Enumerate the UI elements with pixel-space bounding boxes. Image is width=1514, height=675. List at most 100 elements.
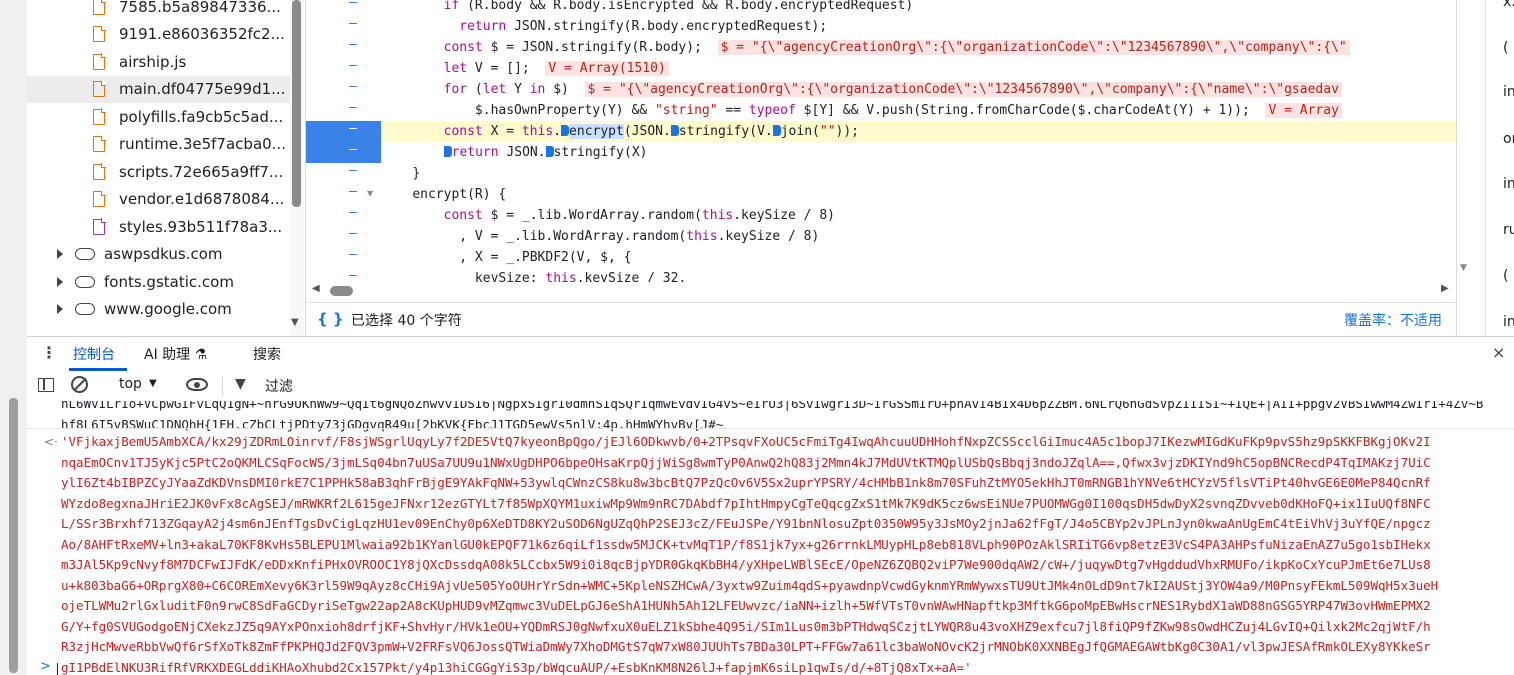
paused-code-line[interactable]: const X = this. encrypt(JSON. stringify(V.… <box>381 121 1456 142</box>
breakpoint-marker[interactable]: – <box>306 121 381 142</box>
scope-item[interactable]: x. <box>1503 0 1514 10</box>
code-line[interactable]: } <box>381 163 1456 184</box>
expand-arrow-icon[interactable] <box>57 276 63 287</box>
scope-item[interactable]: ( <box>1503 40 1508 56</box>
code-line[interactable]: for (let Y in $) $ = "{\"agencyCreationO… <box>381 79 1456 100</box>
inline-breakpoint-icon[interactable] <box>561 125 570 136</box>
gutter-line[interactable]: – <box>306 58 381 79</box>
file-item[interactable]: vendor.e1d6878084... <box>27 186 290 214</box>
close-icon[interactable]: × <box>1492 343 1505 362</box>
code-token: const <box>443 40 483 55</box>
result-line: L/SSr3Brxhf713ZGqayA2j4sm6nJEnfTgsDvCigL… <box>61 516 1431 531</box>
code-line[interactable]: , X = _.PBKDF2(V, $, { <box>381 247 1456 268</box>
domain-item[interactable]: www.google.com <box>27 296 290 324</box>
file-item[interactable]: 7585.b5a89847336... <box>27 0 290 21</box>
tab-ai-assistant[interactable]: AI 助理 ⚗ <box>144 344 207 364</box>
scroll-right-arrow-icon[interactable]: ▶ <box>1441 283 1449 294</box>
pretty-print-icon[interactable]: { } <box>317 310 344 328</box>
code-line[interactable]: const $ = _.lib.WordArray.random(this.ke… <box>381 205 1456 226</box>
inline-breakpoint-icon[interactable] <box>670 125 679 136</box>
gutter-line[interactable]: – <box>306 37 381 58</box>
result-arrow-icon: <· <box>44 435 58 449</box>
file-item[interactable]: polyfills.fa9cb5c5ad... <box>27 103 290 131</box>
gutter-line[interactable]: – <box>306 0 381 16</box>
file-item[interactable]: scripts.72e665a9ff7... <box>27 158 290 186</box>
file-tree-scrollbar-thumb[interactable] <box>292 0 301 207</box>
line-number-gutter: – – – – – – – – – – ▼ – – – – <box>306 0 381 283</box>
inline-breakpoint-icon[interactable] <box>772 125 781 136</box>
expand-arrow-icon[interactable] <box>57 304 63 315</box>
code-line[interactable]: return JSON. stringify(X) <box>381 142 1456 163</box>
more-options-icon[interactable]: ⋮ <box>41 343 57 362</box>
live-expression-eye-icon[interactable] <box>186 378 208 391</box>
scope-item[interactable]: ( <box>1503 268 1508 284</box>
editor-horizontal-scrollbar[interactable] <box>306 282 1456 302</box>
scroll-down-arrow-icon[interactable]: ▼ <box>291 317 299 328</box>
domain-item[interactable]: fonts.gstatic.com <box>27 268 290 296</box>
code-token: stringify(V. <box>678 124 773 139</box>
code-editor[interactable]: if (R.body && R.body.isEncrypted && R.bo… <box>381 0 1456 282</box>
tab-console[interactable]: 控制台 <box>73 344 115 364</box>
code-line[interactable]: return JSON.stringify(R.body.encryptedRe… <box>381 16 1456 37</box>
scroll-left-arrow-icon[interactable]: ◀ <box>312 283 320 294</box>
line-marker: – <box>349 163 357 178</box>
gutter-line[interactable]: – <box>306 163 381 184</box>
clear-console-icon[interactable] <box>71 376 88 393</box>
left-edge-scrollbar-thumb[interactable] <box>9 398 18 673</box>
file-name: styles.93b511f78a3... <box>119 217 283 236</box>
file-item[interactable]: styles.93b511f78a3... <box>27 213 290 241</box>
filter-input[interactable]: 过滤 <box>265 376 293 396</box>
gutter-line[interactable]: – <box>306 205 381 226</box>
line-marker: – <box>349 247 357 262</box>
code-token: in <box>529 82 546 97</box>
gutter-line[interactable]: – <box>306 16 381 37</box>
code-line[interactable]: encrypt(R) { <box>381 184 1456 205</box>
domain-item[interactable]: aswpsdkus.com <box>27 241 290 269</box>
breakpoint-marker[interactable]: – <box>306 142 381 163</box>
file-item[interactable]: runtime.3e5f7acba0... <box>27 131 290 159</box>
scope-panel-divider <box>1485 0 1486 336</box>
chevron-down-icon[interactable]: ▼ <box>149 378 157 389</box>
file-item[interactable]: 9191.e86036352fc2... <box>27 21 290 49</box>
code-line[interactable]: , V = _.lib.WordArray.random(this.keySiz… <box>381 226 1456 247</box>
scope-scroll-down-icon[interactable]: ▼ <box>1460 263 1467 273</box>
gutter-line[interactable]: – <box>306 100 381 121</box>
code-token: $ = _.lib.WordArray.random( <box>482 208 702 223</box>
inline-breakpoint-icon[interactable] <box>545 146 554 157</box>
file-name: runtime.3e5f7acba0... <box>119 135 286 154</box>
gutter-line[interactable]: – <box>306 226 381 247</box>
domain-name: aswpsdkus.com <box>104 245 223 264</box>
gutter-line[interactable]: – <box>306 79 381 100</box>
tab-search[interactable]: 搜索 <box>253 344 281 364</box>
context-selector[interactable]: top <box>119 376 142 392</box>
gutter-line[interactable]: – <box>306 247 381 268</box>
file-item[interactable]: airship.js <box>27 48 290 76</box>
coverage-link[interactable]: 覆盖率：不适用 <box>1344 310 1442 330</box>
code-token: } <box>412 166 421 181</box>
file-item[interactable]: main.df04775e99d1... <box>27 75 290 103</box>
code-token: )); <box>835 124 860 139</box>
scope-item[interactable]: in <box>1503 176 1514 192</box>
inline-breakpoint-icon[interactable] <box>443 146 452 157</box>
gutter-line[interactable]: – ▼ <box>306 184 381 205</box>
scope-item[interactable]: ru <box>1503 222 1514 238</box>
result-line: ojeTLWMu2rlGxluditF0n9rwC8SdFaGCDyriSeTg… <box>61 598 1431 613</box>
code-token: for <box>443 82 468 97</box>
expand-arrow-icon[interactable] <box>57 249 63 260</box>
scope-item[interactable]: in <box>1503 314 1514 330</box>
show-sidebar-icon[interactable] <box>38 378 54 392</box>
code-line[interactable]: $.hasOwnProperty(Y) && "string" == typeo… <box>381 100 1456 121</box>
code-line[interactable]: keySize: this.keySize / 32, <box>381 268 1456 282</box>
code-line[interactable]: const $ = JSON.stringify(R.body); $ = "{… <box>381 37 1456 58</box>
console-prompt-input[interactable] <box>57 663 58 675</box>
line-marker: – <box>349 0 357 10</box>
fold-arrow-icon[interactable]: ▼ <box>367 189 373 198</box>
editor-horizontal-scrollbar-thumb[interactable] <box>330 286 353 296</box>
code-line[interactable]: let V = []; V = Array(1510) <box>381 58 1456 79</box>
code-line[interactable]: if (R.body && R.body.isEncrypted && R.bo… <box>381 0 1456 16</box>
result-line: nqaEmOCnv1TJ5yKjc5PtC2oQKMLCSqFocWS/3jmL… <box>61 454 1431 470</box>
scope-item[interactable]: in <box>1503 84 1514 100</box>
code-token: .keySize / 8) <box>717 229 820 244</box>
scope-item[interactable]: or <box>1503 131 1514 147</box>
code-token: typeof <box>748 103 796 118</box>
